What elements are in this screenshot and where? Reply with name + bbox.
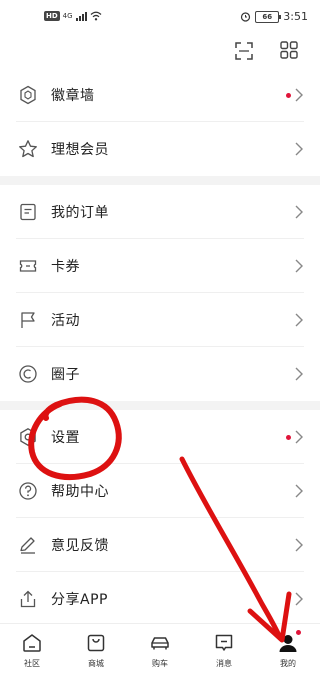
menu-item-membership[interactable]: 理想会员 (0, 122, 320, 176)
flag-icon (17, 309, 39, 331)
scan-icon[interactable] (234, 41, 254, 61)
coupon-icon (17, 255, 39, 277)
tab-mine[interactable]: 我的 (256, 624, 320, 684)
chevron-right-icon (295, 142, 303, 156)
bottom-nav: 社区 商城 购车 消息 我的 (0, 623, 320, 684)
chevron-right-icon (295, 205, 303, 219)
tab-shop[interactable]: 商城 (64, 624, 128, 684)
order-icon (17, 201, 39, 223)
menu-item-label: 我的订单 (51, 205, 109, 221)
menu-item-label: 分享APP (51, 592, 108, 608)
signal-icon (75, 11, 87, 21)
settings-icon (17, 426, 39, 448)
status-left: HD 4G (44, 11, 102, 21)
chevron-right-icon (295, 313, 303, 327)
star-icon (17, 138, 39, 160)
menu-item-label: 圈子 (51, 367, 80, 383)
menu-item-label: 卡券 (51, 259, 80, 275)
status-right: 66 3:51 (240, 10, 308, 23)
network-type: 4G (62, 12, 73, 20)
menu-item-label: 徽章墙 (51, 88, 95, 104)
message-icon (215, 634, 233, 651)
chevron-right-icon (295, 367, 303, 381)
tab-buy-car[interactable]: 购车 (128, 624, 192, 684)
tab-label: 我的 (280, 659, 296, 668)
tab-label: 商城 (88, 659, 104, 668)
circle-icon (17, 363, 39, 385)
chevron-right-icon (295, 592, 303, 606)
car-icon (151, 637, 169, 650)
menu-item-share-app[interactable]: 分享APP (0, 572, 320, 626)
menu-item-label: 帮助中心 (51, 484, 109, 500)
menu-section-1: 徽章墙 理想会员 (0, 68, 320, 176)
menu-item-label: 设置 (51, 430, 80, 446)
help-icon (17, 480, 39, 502)
top-actions (0, 38, 320, 64)
notification-dot (286, 435, 291, 440)
menu-item-coupons[interactable]: 卡券 (0, 239, 320, 293)
alarm-icon (241, 12, 251, 22)
chevron-right-icon (295, 430, 303, 444)
tab-messages[interactable]: 消息 (192, 624, 256, 684)
chevron-right-icon (295, 259, 303, 273)
badge-icon (17, 84, 39, 106)
menu-item-circles[interactable]: 圈子 (0, 347, 320, 401)
menu-item-label: 活动 (51, 313, 80, 329)
notification-dot (286, 93, 291, 98)
tab-label: 购车 (152, 659, 168, 668)
menu-item-settings[interactable]: 设置 (0, 410, 320, 464)
menu-item-feedback[interactable]: 意见反馈 (0, 518, 320, 572)
menu-item-events[interactable]: 活动 (0, 293, 320, 347)
menu-section-3: 设置 帮助中心 意见反馈 分享APP (0, 410, 320, 626)
share-icon (17, 588, 39, 610)
shop-bag-icon (87, 634, 105, 652)
tab-label: 消息 (216, 659, 232, 668)
hd-badge: HD (44, 11, 60, 21)
chevron-right-icon (295, 484, 303, 498)
menu-item-label: 意见反馈 (51, 538, 109, 554)
wifi-icon (90, 11, 101, 21)
menu-section-2: 我的订单 卡券 活动 圈子 (0, 185, 320, 401)
home-icon (23, 634, 41, 652)
user-icon (279, 635, 297, 652)
tab-community[interactable]: 社区 (0, 624, 64, 684)
menu-item-help-center[interactable]: 帮助中心 (0, 464, 320, 518)
feedback-icon (17, 534, 39, 556)
section-separator (0, 176, 320, 185)
chevron-right-icon (295, 88, 303, 102)
apps-grid-icon[interactable] (279, 40, 299, 60)
tab-label: 社区 (24, 659, 40, 668)
menu-item-badge-wall[interactable]: 徽章墙 (0, 68, 320, 122)
menu-item-my-orders[interactable]: 我的订单 (0, 185, 320, 239)
status-bar: HD 4G 66 3:51 (0, 0, 320, 34)
section-separator (0, 401, 320, 410)
notification-dot (296, 630, 301, 635)
menu-item-label: 理想会员 (51, 142, 109, 158)
clock: 3:51 (283, 10, 308, 23)
chevron-right-icon (295, 538, 303, 552)
battery-indicator: 66 (255, 10, 282, 23)
